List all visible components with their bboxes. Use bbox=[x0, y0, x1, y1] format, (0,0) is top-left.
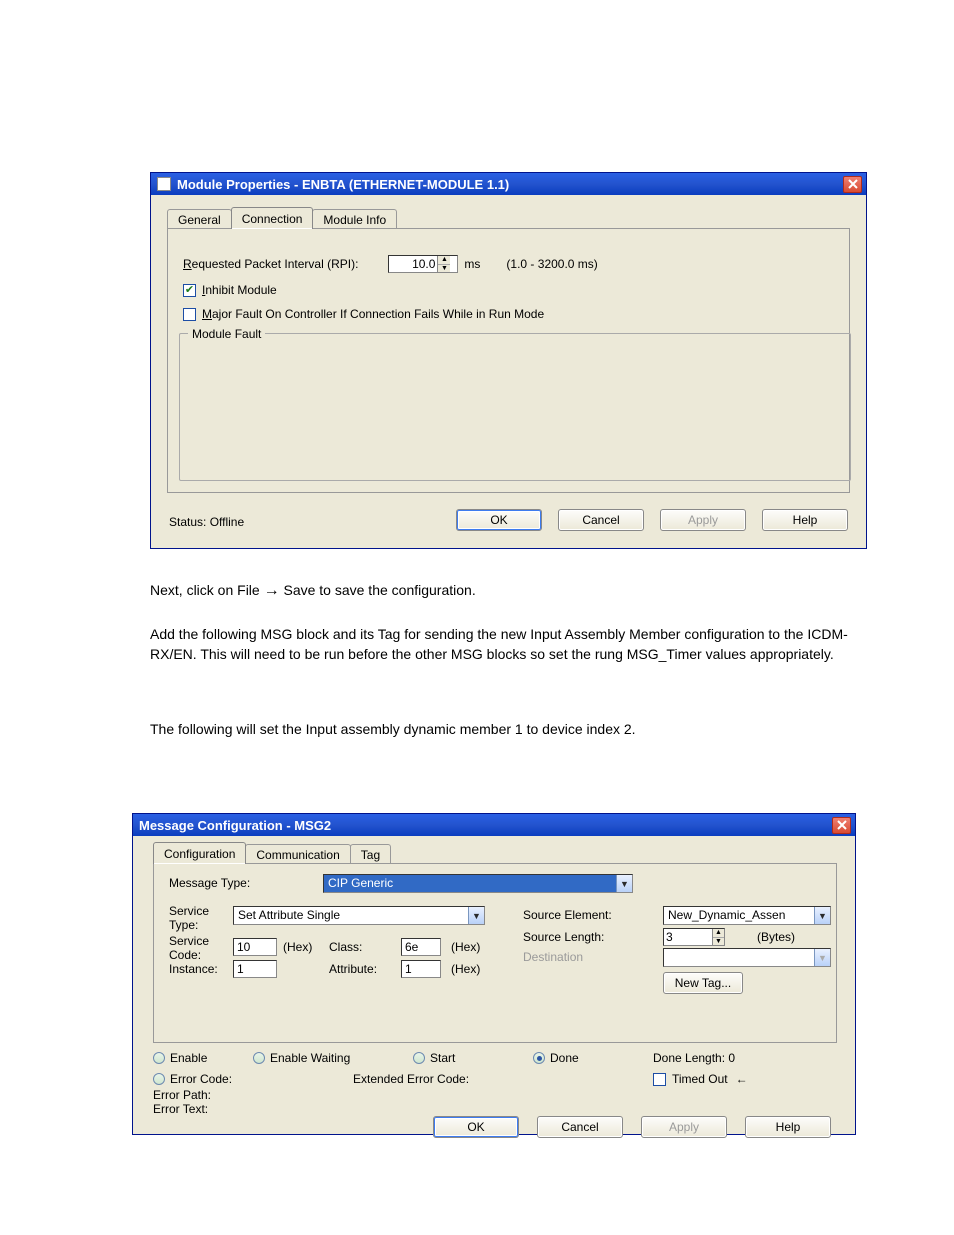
chevron-down-icon[interactable]: ▼ bbox=[468, 907, 484, 924]
chevron-down-icon[interactable]: ▼ bbox=[616, 875, 632, 892]
tab-communication[interactable]: Communication bbox=[245, 844, 350, 864]
new-tag-button[interactable]: New Tag... bbox=[663, 972, 743, 994]
timed-out-checkbox[interactable]: Timed Out ← bbox=[653, 1072, 748, 1086]
src-elem-combo[interactable]: New_Dynamic_Assen ▼ bbox=[663, 906, 831, 925]
src-elem-value: New_Dynamic_Assen bbox=[664, 907, 814, 924]
system-icon bbox=[157, 177, 171, 191]
svc-code-label: Service Code: bbox=[169, 934, 209, 962]
spin-up-icon[interactable]: ▲ bbox=[438, 256, 450, 265]
error-text-label: Error Text: bbox=[153, 1102, 208, 1116]
tab-general[interactable]: General bbox=[167, 209, 232, 229]
tab-connection[interactable]: Connection bbox=[231, 207, 314, 229]
help-button[interactable]: Help bbox=[745, 1116, 831, 1138]
spin-down-icon[interactable]: ▼ bbox=[438, 265, 450, 273]
msgtype-value: CIP Generic bbox=[324, 875, 616, 892]
title-text: Module Properties - ENBTA (ETHERNET-MODU… bbox=[177, 177, 509, 192]
start-radio: Start bbox=[413, 1051, 455, 1065]
close-icon[interactable] bbox=[832, 817, 851, 834]
help-button[interactable]: Help bbox=[762, 509, 848, 531]
attribute-label: Attribute: bbox=[329, 962, 377, 976]
dest-combo: ▼ bbox=[663, 948, 831, 967]
ok-button[interactable]: OK bbox=[456, 509, 542, 531]
chevron-down-icon[interactable]: ▼ bbox=[814, 907, 830, 924]
src-len-label: Source Length: bbox=[523, 930, 604, 944]
tab-row: Configuration Communication Tag bbox=[153, 842, 390, 864]
checkbox-icon[interactable] bbox=[183, 308, 196, 321]
src-elem-label: Source Element: bbox=[523, 908, 612, 922]
spin-up-icon[interactable]: ▲ bbox=[713, 929, 724, 938]
svc-code-input[interactable] bbox=[233, 938, 277, 956]
rpi-row: Requested Packet Interval (RPI): ▲▼ ms (… bbox=[183, 255, 598, 273]
msgtype-label: Message Type: bbox=[169, 876, 250, 890]
class-label: Class: bbox=[329, 940, 362, 954]
titlebar[interactable]: Module Properties - ENBTA (ETHERNET-MODU… bbox=[151, 173, 866, 195]
module-fault-group: Module Fault bbox=[179, 333, 851, 481]
tab-row: General Connection Module Info bbox=[167, 207, 396, 229]
enable-waiting-radio: Enable Waiting bbox=[253, 1051, 350, 1065]
instance-input[interactable] bbox=[233, 960, 277, 978]
svc-type-combo[interactable]: Set Attribute Single ▼ bbox=[233, 906, 485, 925]
done-length: Done Length: 0 bbox=[653, 1051, 735, 1065]
close-icon[interactable] bbox=[843, 176, 862, 193]
attribute-input[interactable] bbox=[401, 960, 441, 978]
instance-label: Instance: bbox=[169, 962, 218, 976]
ok-button[interactable]: OK bbox=[433, 1116, 519, 1138]
checkbox-icon[interactable] bbox=[653, 1073, 666, 1086]
major-fault-checkbox[interactable]: Major Fault On Controller If Connection … bbox=[183, 307, 544, 321]
titlebar[interactable]: Message Configuration - MSG2 bbox=[133, 814, 855, 836]
apply-button: Apply bbox=[660, 509, 746, 531]
message-configuration-window: Message Configuration - MSG2 Configurati… bbox=[132, 813, 856, 1135]
doc-paragraph-3: The following will set the Input assembl… bbox=[150, 720, 850, 740]
cancel-button[interactable]: Cancel bbox=[558, 509, 644, 531]
doc-paragraph-2: Add the following MSG block and its Tag … bbox=[150, 625, 850, 664]
error-code-radio: Error Code: bbox=[153, 1072, 232, 1086]
doc-paragraph-1: Next, click on File → Save to save the c… bbox=[150, 580, 867, 602]
src-len-input[interactable] bbox=[664, 929, 712, 945]
spin-down-icon[interactable]: ▼ bbox=[713, 938, 724, 946]
class-input[interactable] bbox=[401, 938, 441, 956]
msgtype-combo[interactable]: CIP Generic ▼ bbox=[323, 874, 633, 893]
error-path-label: Error Path: bbox=[153, 1088, 211, 1102]
hex3: (Hex) bbox=[451, 962, 480, 976]
ext-error-label: Extended Error Code: bbox=[353, 1072, 469, 1086]
rpi-input[interactable] bbox=[389, 256, 437, 272]
apply-button: Apply bbox=[641, 1116, 727, 1138]
rpi-spin[interactable]: ▲▼ bbox=[388, 255, 458, 273]
svc-type-value: Set Attribute Single bbox=[234, 907, 468, 924]
inhibit-checkbox[interactable]: ✔ Inhibit Module bbox=[183, 283, 277, 297]
arrow-right-icon: → bbox=[264, 582, 280, 599]
tab-configuration[interactable]: Configuration bbox=[153, 842, 246, 864]
status-label: Status: Offline bbox=[169, 515, 244, 529]
done-radio: Done bbox=[533, 1051, 579, 1065]
hex1: (Hex) bbox=[283, 940, 312, 954]
title-text: Message Configuration - MSG2 bbox=[139, 818, 331, 833]
tab-tag[interactable]: Tag bbox=[350, 844, 391, 864]
enable-radio: Enable bbox=[153, 1051, 207, 1065]
tab-module-info[interactable]: Module Info bbox=[312, 209, 397, 229]
hex2: (Hex) bbox=[451, 940, 480, 954]
rpi-unit: ms bbox=[464, 257, 480, 271]
src-len-spin[interactable]: ▲▼ bbox=[663, 928, 725, 946]
module-fault-legend: Module Fault bbox=[188, 327, 265, 341]
dest-value bbox=[664, 949, 814, 966]
chevron-down-icon: ▼ bbox=[814, 949, 830, 966]
dest-label: Destination bbox=[523, 950, 583, 964]
svc-type-label: Service Type: bbox=[169, 904, 209, 932]
rpi-range: (1.0 - 3200.0 ms) bbox=[506, 257, 597, 271]
rpi-label: Requested Packet Interval (RPI): bbox=[183, 257, 358, 271]
checkbox-icon[interactable]: ✔ bbox=[183, 284, 196, 297]
module-properties-window: Module Properties - ENBTA (ETHERNET-MODU… bbox=[150, 172, 867, 549]
cancel-button[interactable]: Cancel bbox=[537, 1116, 623, 1138]
bytes-label: (Bytes) bbox=[757, 930, 795, 944]
arrow-left-icon: ← bbox=[736, 1072, 748, 1086]
